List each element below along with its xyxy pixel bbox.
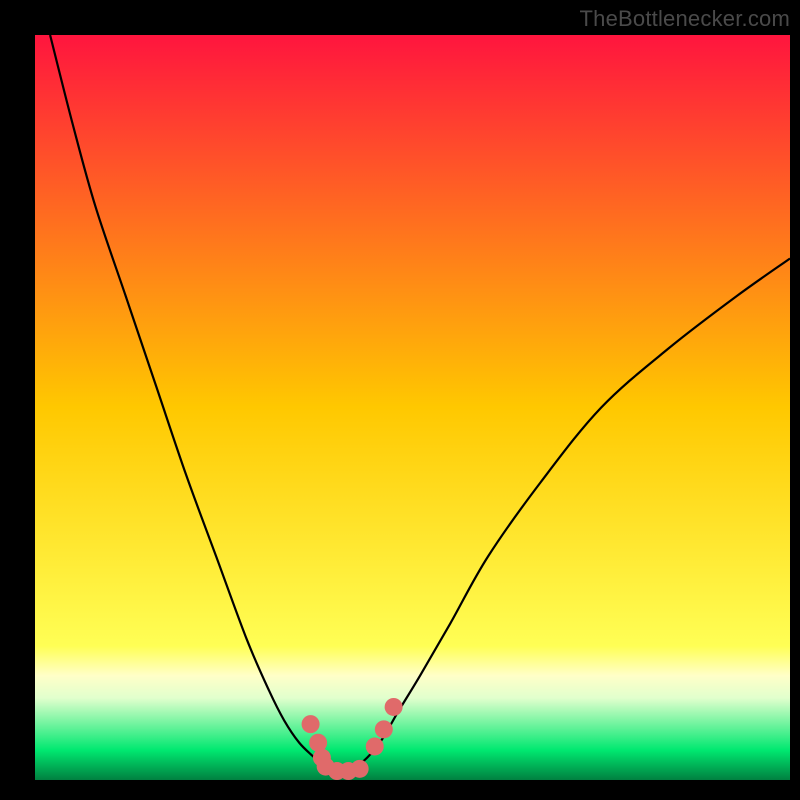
highlight-dot — [385, 698, 403, 716]
highlight-dot — [375, 720, 393, 738]
highlight-dot — [302, 715, 320, 733]
watermark-text: TheBottlenecker.com — [580, 6, 790, 32]
bottleneck-chart — [0, 0, 800, 800]
plot-background — [35, 35, 790, 780]
highlight-dot — [366, 737, 384, 755]
highlight-dot — [351, 760, 369, 778]
